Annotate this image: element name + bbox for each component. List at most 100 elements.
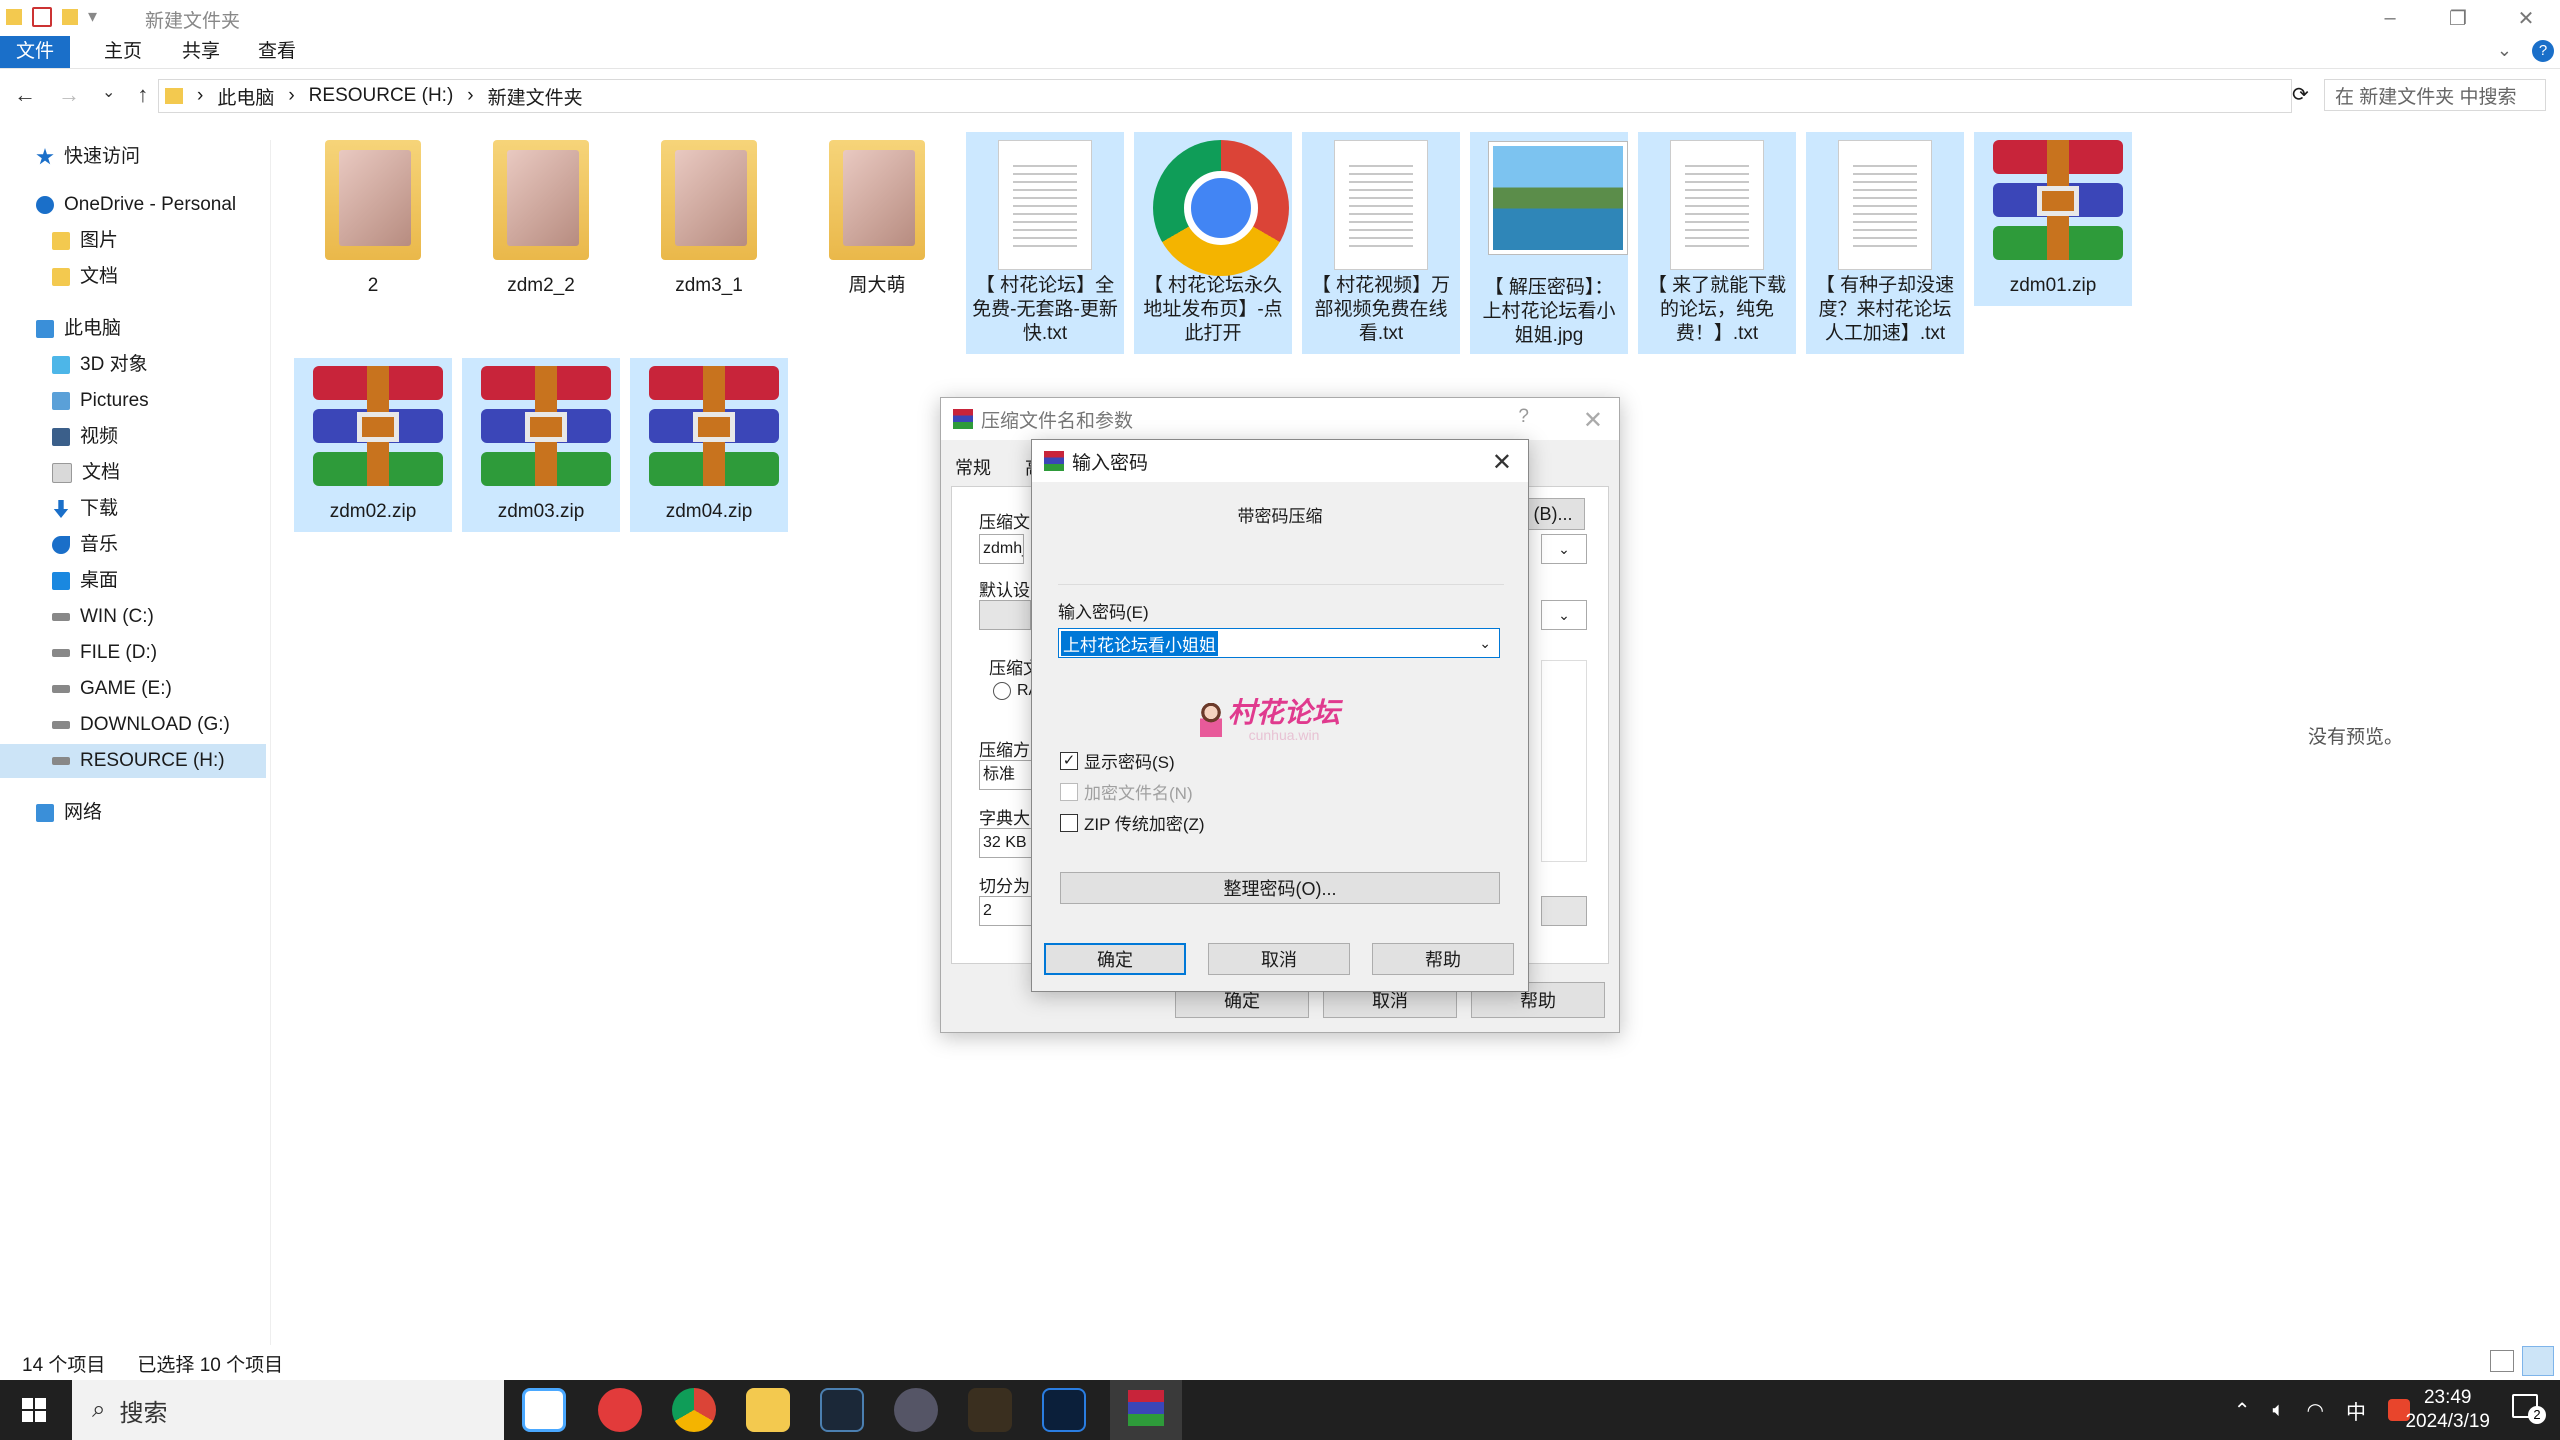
ime-indicator[interactable]: 中 xyxy=(2346,1396,2366,1425)
password-input[interactable]: 上村花论坛看小姐姐 ⌄ xyxy=(1058,628,1500,658)
ok-button[interactable]: 确定 xyxy=(1044,943,1186,975)
tab-home[interactable]: 主页 xyxy=(88,36,158,68)
game-icon[interactable] xyxy=(968,1388,1012,1432)
details-view-icon[interactable] xyxy=(2490,1350,2514,1372)
file-item-txt-3[interactable]: 【 来了就能下载的论坛，纯免费！】.txt xyxy=(1638,132,1796,354)
breadcrumb-this-pc[interactable]: 此电脑 xyxy=(217,83,274,110)
wifi-icon[interactable]: ◠ xyxy=(2307,1398,2324,1423)
sidebar-item-music[interactable]: 音乐 xyxy=(52,528,118,562)
text-file-icon xyxy=(1838,140,1932,270)
close-icon[interactable]: ✕ xyxy=(1492,448,1512,477)
file-item-zip-01[interactable]: zdm01.zip xyxy=(1974,132,2132,306)
file-item-zip-02[interactable]: zdm02.zip xyxy=(294,358,452,532)
file-item-shortcut[interactable]: 【 村花论坛永久地址发布页】-点此打开 xyxy=(1134,132,1292,354)
sidebar-item-onedrive[interactable]: OneDrive - Personal xyxy=(36,188,236,222)
folder-icon xyxy=(493,140,589,260)
taskbar-search[interactable]: ⌕ 搜索 xyxy=(72,1380,504,1440)
file-item-zip-04[interactable]: zdm04.zip xyxy=(630,358,788,532)
sidebar-item-documents[interactable]: 文档 xyxy=(52,456,120,490)
sidebar-item-network[interactable]: 网络 xyxy=(36,796,102,830)
file-item-zip-03[interactable]: zdm03.zip xyxy=(462,358,620,532)
system-tray: ⌃ 🔈︎ ◠ 中 xyxy=(2234,1380,2410,1440)
chevron-up-icon[interactable]: ⌃ xyxy=(2234,1398,2251,1423)
minimize-button[interactable]: – xyxy=(2356,0,2424,36)
breadcrumb-current-folder[interactable]: 新建文件夹 xyxy=(488,83,583,110)
chrome-taskbar-icon[interactable] xyxy=(672,1388,716,1432)
volume-icon[interactable]: 🔈︎ xyxy=(2273,1399,2285,1422)
new-folder-icon[interactable] xyxy=(62,8,78,25)
sidebar-item-3d-objects[interactable]: 3D 对象 xyxy=(52,348,148,382)
chevron-down-icon[interactable]: ⌄ xyxy=(1541,600,1587,630)
split-input[interactable]: 2 xyxy=(979,896,1034,926)
tab-file[interactable]: 文件 xyxy=(0,36,70,68)
sidebar-item-drive-c[interactable]: WIN (C:) xyxy=(52,600,154,634)
browse-button[interactable]: (B)... xyxy=(1521,498,1585,530)
close-button[interactable]: ✕ xyxy=(2492,0,2560,36)
up-arrow-icon[interactable]: ↑ xyxy=(137,82,148,108)
large-icons-view-icon[interactable] xyxy=(2522,1346,2554,1376)
file-item-folder-zhoudameng[interactable]: 周大萌 xyxy=(798,132,956,298)
netease-music-icon[interactable] xyxy=(598,1388,642,1432)
sidebar-item-videos[interactable]: 视频 xyxy=(52,420,118,454)
baidu-netdisk-icon[interactable] xyxy=(522,1388,566,1432)
show-password-checkbox[interactable]: ✓ 显示密码(S) xyxy=(1060,748,1175,773)
breadcrumb-resource-drive[interactable]: RESOURCE (H:) xyxy=(309,85,454,107)
file-item-jpg[interactable]: 【 解压密码】：上村花论坛看小姐姐.jpg xyxy=(1470,132,1628,354)
sidebar-item-drive-g[interactable]: DOWNLOAD (G:) xyxy=(52,708,230,742)
breadcrumb[interactable]: › 此电脑 › RESOURCE (H:) › 新建文件夹 xyxy=(158,79,2292,113)
winrar-taskbar-icon[interactable] xyxy=(1110,1380,1182,1440)
sidebar-item-drive-h[interactable]: RESOURCE (H:) xyxy=(0,744,266,778)
drive-icon xyxy=(52,685,70,693)
chevron-down-icon[interactable]: ⌄ xyxy=(1541,534,1587,564)
game-launcher-icon[interactable] xyxy=(894,1388,938,1432)
sidebar-item-downloads[interactable]: 下载 xyxy=(52,492,118,526)
file-item-txt-2[interactable]: 【 村花视频】万部视频免费在线看.txt xyxy=(1302,132,1460,354)
steam-icon[interactable] xyxy=(820,1388,864,1432)
tab-view[interactable]: 查看 xyxy=(242,36,312,68)
sidebar-item-drive-e[interactable]: GAME (E:) xyxy=(52,672,172,706)
checkbox-icon xyxy=(1060,813,1078,832)
sidebar-item-this-pc[interactable]: 此电脑 xyxy=(36,312,121,346)
file-item-txt-1[interactable]: 【 村花论坛】全免费-无套路-更新快.txt xyxy=(966,132,1124,354)
chrome-icon xyxy=(1153,140,1289,276)
file-item-folder-zdm3-1[interactable]: zdm3_1 xyxy=(630,132,788,298)
forward-arrow-icon[interactable]: → xyxy=(58,82,80,108)
help-icon[interactable]: ? xyxy=(2532,40,2554,62)
chevron-down-icon[interactable]: ⌄ xyxy=(1479,635,1491,652)
search-input[interactable]: 在 新建文件夹 中搜索 xyxy=(2324,79,2546,111)
archive-name-input[interactable]: zdmhj xyxy=(979,534,1024,564)
sidebar-item-quick-access[interactable]: 快速访问 xyxy=(36,140,140,174)
file-item-folder-zdm2-2[interactable]: zdm2_2 xyxy=(462,132,620,298)
back-arrow-icon[interactable]: ← xyxy=(14,82,36,108)
file-item-folder-2[interactable]: 2 xyxy=(294,132,452,298)
sidebar-item-documents-od[interactable]: 文档 xyxy=(52,260,118,294)
help-icon[interactable]: ? xyxy=(1518,406,1529,428)
organize-passwords-button[interactable]: 整理密码(O)... xyxy=(1060,872,1500,904)
properties-icon[interactable] xyxy=(32,6,52,27)
customize-toolbar-icon[interactable]: ▾ xyxy=(88,6,97,27)
tab-general[interactable]: 常规 xyxy=(955,454,991,480)
sidebar-item-pictures[interactable]: Pictures xyxy=(52,384,149,418)
sidebar-item-drive-d[interactable]: FILE (D:) xyxy=(52,636,157,670)
drive-icon xyxy=(52,757,70,765)
file-item-txt-4[interactable]: 【 有种子却没速度？来村花论坛人工加速】.txt xyxy=(1806,132,1964,354)
tab-share[interactable]: 共享 xyxy=(166,36,236,68)
dictionary-select[interactable]: 32 KB xyxy=(979,828,1034,858)
sidebar-item-pictures-od[interactable]: 图片 xyxy=(52,224,118,258)
notification-center-icon[interactable]: 2 xyxy=(2512,1394,2546,1424)
clock[interactable]: 23:49 2024/3/19 xyxy=(2405,1386,2490,1434)
refresh-icon[interactable]: ⟳ xyxy=(2292,82,2309,107)
editor-app-icon[interactable] xyxy=(1042,1388,1086,1432)
maximize-button[interactable]: ❐ xyxy=(2424,0,2492,36)
sidebar-item-desktop[interactable]: 桌面 xyxy=(52,564,118,598)
file-explorer-icon[interactable] xyxy=(746,1388,790,1432)
cancel-button[interactable]: 取消 xyxy=(1208,943,1350,975)
recent-chevron-icon[interactable]: ⌄ xyxy=(102,82,115,108)
close-icon[interactable]: ✕ xyxy=(1583,406,1603,435)
zip-legacy-encryption-checkbox[interactable]: ZIP 传统加密(Z) xyxy=(1060,810,1205,835)
method-select[interactable]: 标准 xyxy=(979,760,1034,790)
chevron-down-icon[interactable]: ⌄ xyxy=(2497,40,2512,61)
help-button[interactable]: 帮助 xyxy=(1372,943,1514,975)
encrypt-filenames-checkbox[interactable]: 加密文件名(N) xyxy=(1060,779,1193,804)
windows-start-icon[interactable] xyxy=(22,1398,46,1422)
